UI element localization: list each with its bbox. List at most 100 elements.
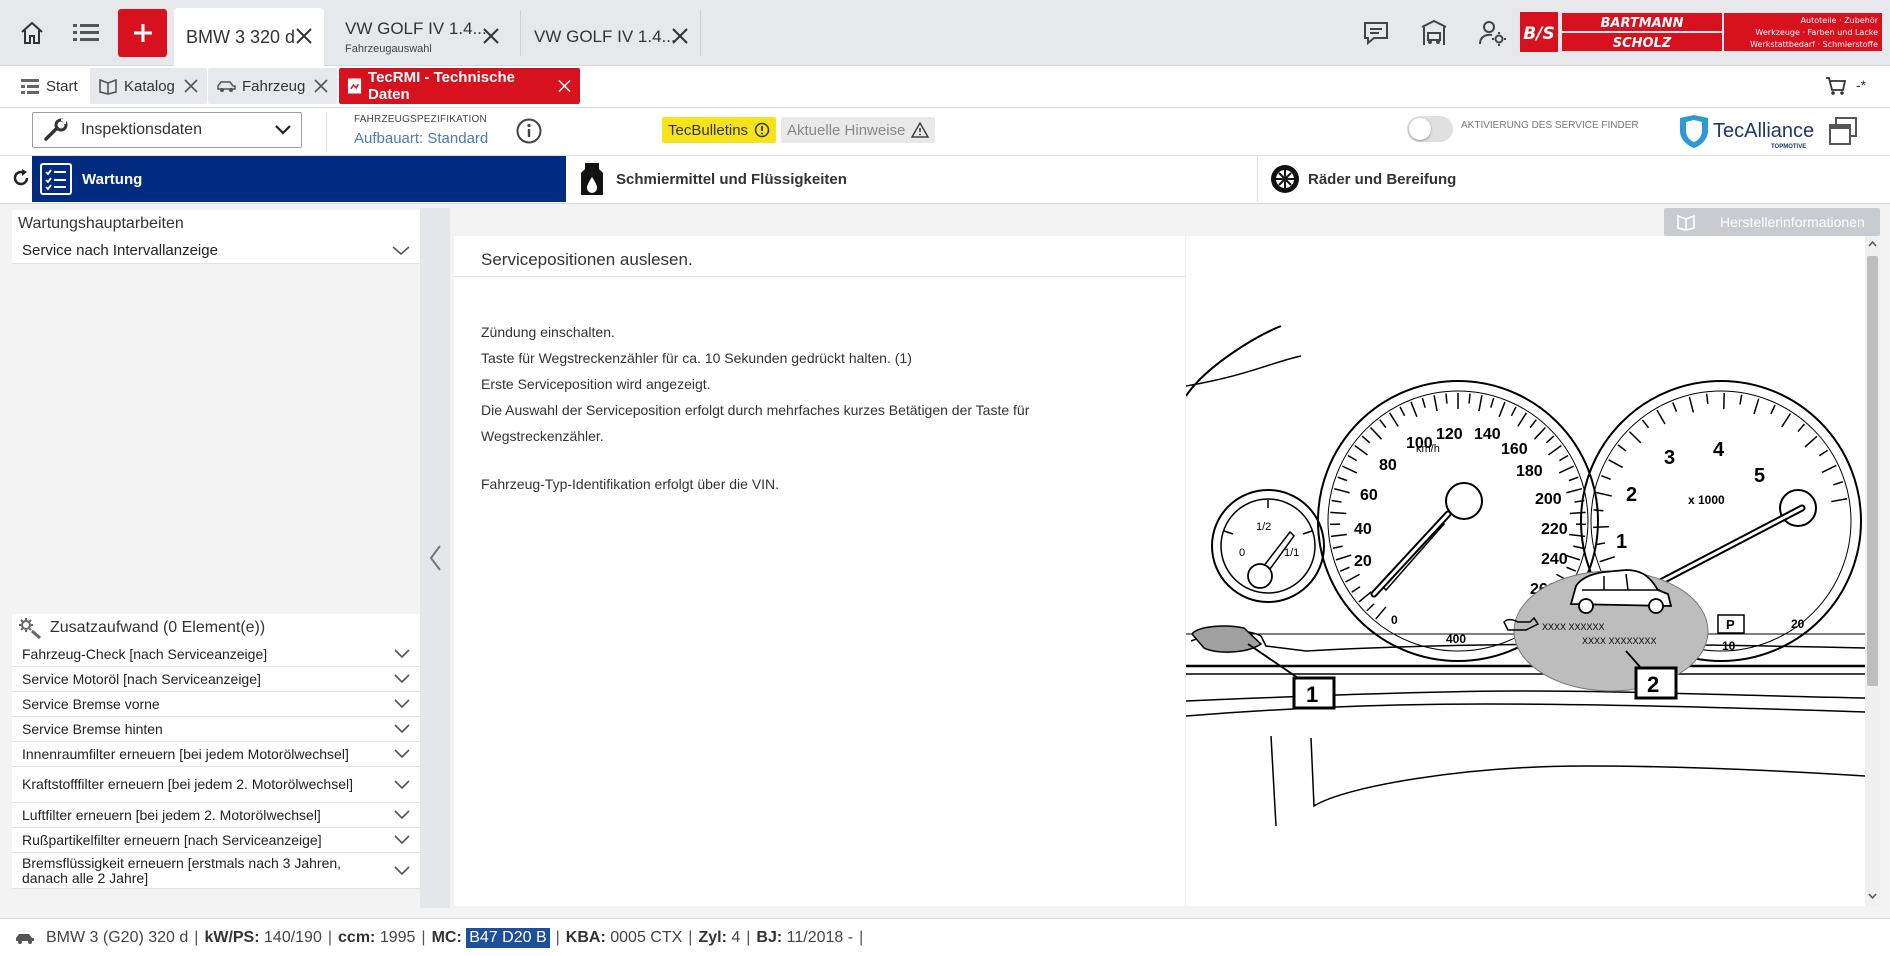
extra-work-item[interactable]: Bremsflüssigkeit erneuern [erstmals nach… xyxy=(12,853,420,889)
main-works-heading: Wartungshauptarbeiten xyxy=(12,210,420,238)
scrollbar-thumb[interactable] xyxy=(1867,256,1878,686)
category-wartung[interactable]: Wartung xyxy=(32,156,566,202)
speed-tick: 0 xyxy=(1391,613,1398,627)
gauge-tick xyxy=(1468,393,1471,404)
gauge-tick xyxy=(1517,412,1528,427)
rpm-tick: 5 xyxy=(1754,465,1765,487)
car-icon xyxy=(217,81,236,92)
gauge-tick xyxy=(1399,406,1406,417)
module-tab-tecrmi[interactable]: TecRMI - Technische Daten xyxy=(339,68,580,104)
content-scrollbar[interactable] xyxy=(1865,236,1880,906)
chevron-down-icon xyxy=(394,749,410,759)
extra-work-label: Bremsflüssigkeit erneuern [erstmals nach… xyxy=(22,854,342,886)
collapse-panel-button[interactable] xyxy=(420,208,450,908)
close-icon[interactable] xyxy=(313,78,329,94)
home-icon[interactable] xyxy=(12,12,52,54)
zyl-label: Zyl: xyxy=(698,928,727,946)
extra-work-item[interactable]: Rußpartikelfilter erneuern [nach Service… xyxy=(12,828,420,853)
info-bar: Inspektionsdaten FAHRZEUGSPEZIFIKATION A… xyxy=(0,108,1890,156)
extra-work-item[interactable]: Innenraumfilter erneuern [bei jedem Moto… xyxy=(12,742,420,767)
scroll-down-icon[interactable] xyxy=(1868,892,1877,900)
vehicle-tab-golf-1[interactable]: VW GOLF IV 1.4... Fahrzeugauswahl xyxy=(333,8,511,66)
gauge-tick xyxy=(1770,404,1776,415)
module-tab-label: Start xyxy=(46,77,78,95)
module-tab-katalog[interactable]: Katalog xyxy=(90,68,207,104)
inspection-dropdown[interactable]: Inspektionsdaten xyxy=(32,112,302,148)
manufacturer-info-button[interactable]: Herstellerinformationen xyxy=(1664,208,1880,236)
gauge-tick xyxy=(1656,409,1666,425)
rpm-tick: 2 xyxy=(1626,484,1637,506)
oil-can-icon xyxy=(576,161,610,197)
extra-work-item[interactable]: Fahrzeug-Check [nach Serviceanzeige] xyxy=(12,642,420,667)
category-raeder[interactable]: Räder und Bereifung xyxy=(1264,156,1880,202)
gauge-tick xyxy=(1833,481,1844,486)
chevron-down-icon xyxy=(394,649,410,659)
extra-work-item[interactable]: Service Bremse hinten xyxy=(12,717,420,742)
extra-work-item[interactable]: Luftfilter erneuern [bei jedem 2. Motorö… xyxy=(12,803,420,828)
gauge-tick xyxy=(1617,444,1627,452)
category-label: Wartung xyxy=(82,170,143,188)
instruction-line: Die Auswahl der Serviceposition erfolgt … xyxy=(481,402,1030,418)
extra-work-item[interactable]: Service Bremse vorne xyxy=(12,692,420,717)
close-icon[interactable] xyxy=(294,26,314,46)
wrench-icon xyxy=(44,118,68,141)
gauge-tick xyxy=(1330,533,1347,538)
speed-tick: 180 xyxy=(1516,463,1543,480)
instruction-title: Servicepositionen auslesen. xyxy=(481,250,693,269)
tecbulletins-label: TecBulletins xyxy=(668,121,749,139)
vehicle-spec-value[interactable]: Aufbauart: Standard xyxy=(354,130,488,147)
tab-divider xyxy=(520,10,521,56)
module-tab-fahrzeug[interactable]: Fahrzeug xyxy=(208,68,338,104)
tecalliance-text: TecAlliance xyxy=(1713,120,1814,142)
cart-count: -* xyxy=(1856,77,1867,93)
instruction-panel: Servicepositionen auslesen. Zündung eins… xyxy=(454,236,1186,906)
gauge-tick xyxy=(1354,444,1369,456)
gauge-tick xyxy=(1361,435,1371,444)
scroll-up-icon[interactable] xyxy=(1868,240,1877,248)
mc-value[interactable]: B47 D20 B xyxy=(466,927,550,948)
chevron-down-icon xyxy=(394,674,410,684)
gauge-tick xyxy=(1818,449,1829,457)
extra-work-item[interactable]: Kraftstofffilter erneuern [bei jedem 2. … xyxy=(12,767,420,803)
extra-work-item[interactable]: Service Motoröl [nach Serviceanzeige] xyxy=(12,667,420,692)
close-icon[interactable] xyxy=(557,78,572,94)
info-icon[interactable] xyxy=(515,117,543,145)
window-icon[interactable] xyxy=(1827,115,1859,147)
chevron-left-icon xyxy=(429,545,441,571)
document-icon xyxy=(347,78,362,94)
refresh-icon[interactable] xyxy=(12,168,30,188)
gauge-tick xyxy=(1331,499,1342,503)
add-vehicle-button[interactable] xyxy=(118,9,167,57)
vehicle-tab-bmw[interactable]: BMW 3 320 d xyxy=(174,8,324,66)
rpm-tick: 3 xyxy=(1664,447,1675,469)
ccm-label: ccm: xyxy=(338,928,376,946)
gauge-tick xyxy=(1739,394,1743,405)
close-icon[interactable] xyxy=(481,26,501,46)
list-menu-icon[interactable] xyxy=(66,12,106,54)
gauge-tick xyxy=(1330,511,1347,515)
main-work-item[interactable]: Service nach Intervallanzeige xyxy=(12,238,420,264)
workshop-icon[interactable] xyxy=(1414,12,1454,54)
car-icon xyxy=(16,933,34,944)
user-settings-icon[interactable] xyxy=(1472,12,1512,54)
svg-text:B/S: B/S xyxy=(1523,24,1554,44)
module-tab-start[interactable]: Start xyxy=(12,68,94,104)
gauge-tick xyxy=(1596,491,1612,497)
tecbulletins-badge[interactable]: TecBulletins xyxy=(662,117,777,143)
alert-circle-icon xyxy=(754,122,770,138)
module-tab-label: Fahrzeug xyxy=(242,77,306,95)
aktuelle-hinweise-badge[interactable]: Aktuelle Hinweise xyxy=(781,117,936,143)
speed-tick: 60 xyxy=(1360,487,1378,504)
close-icon[interactable] xyxy=(183,78,199,94)
vehicle-spec-label: FAHRZEUGSPEZIFIKATION xyxy=(354,114,487,125)
gauge-tick xyxy=(1351,586,1361,593)
service-finder-toggle[interactable] xyxy=(1407,116,1453,142)
close-icon[interactable] xyxy=(670,26,690,46)
category-schmiermittel[interactable]: Schmiermittel und Flüssigkeiten xyxy=(572,156,1258,202)
gauge-tick xyxy=(1410,401,1418,418)
messages-icon[interactable] xyxy=(1356,12,1396,54)
svg-text:Werkzeuge · Farben und Lacke: Werkzeuge · Farben und Lacke xyxy=(1755,28,1878,37)
cart-icon[interactable] xyxy=(1825,76,1847,96)
vehicle-tab-golf-2[interactable]: VW GOLF IV 1.4... xyxy=(522,8,700,66)
gauge-tick xyxy=(1559,454,1569,462)
